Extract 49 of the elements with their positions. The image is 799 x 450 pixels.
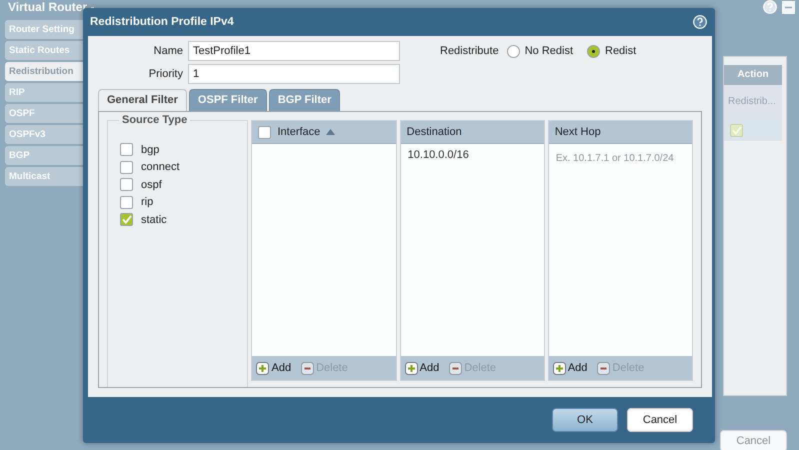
text-field[interactable]: 1 <box>188 64 400 84</box>
column-header: Action <box>724 65 782 85</box>
add-button[interactable]: Add <box>404 362 440 374</box>
window-icon[interactable] <box>782 0 795 14</box>
tab[interactable]: BGP Filter <box>268 89 340 111</box>
ok-button[interactable]: OK <box>552 408 618 432</box>
group-title: Source Type <box>119 114 190 126</box>
checkbox-label: connect <box>141 161 180 174</box>
checkbox-label: rip <box>141 196 154 208</box>
help-icon[interactable] <box>693 15 707 29</box>
field-label: Redistribute <box>440 45 499 57</box>
column-title[interactable]: Interface <box>277 126 320 138</box>
field-label: Name <box>152 45 183 57</box>
delete-icon <box>597 362 610 374</box>
add-button[interactable]: Add <box>552 362 588 374</box>
checkbox-label: bgp <box>141 144 160 156</box>
tab[interactable]: General Filter <box>98 89 187 111</box>
grid-cell-text: 10.10.0.0/16 <box>408 149 470 161</box>
checkbox-label: ospf <box>141 178 162 191</box>
table-cell: Redistrib... <box>724 85 782 119</box>
check-icon <box>732 126 742 134</box>
add-button[interactable]: Add <box>256 362 292 374</box>
column-title[interactable]: Destination <box>406 126 462 138</box>
delete-icon <box>301 362 314 374</box>
column-title[interactable]: Next Hop <box>554 126 601 138</box>
add-icon <box>256 362 270 374</box>
checkbox[interactable] <box>120 160 133 174</box>
cancel-button[interactable]: Cancel <box>720 430 787 450</box>
add-icon <box>404 362 418 374</box>
placeholder-text: Ex. 10.1.7.1 or 10.1.7.0/24 <box>556 153 675 164</box>
radio-button[interactable] <box>587 44 600 58</box>
checkbox[interactable] <box>120 196 133 209</box>
checkbox[interactable] <box>120 213 133 226</box>
radio-option[interactable]: Redist <box>587 44 636 58</box>
tab[interactable]: OSPF Filter <box>188 89 267 111</box>
field-label: Priority <box>148 68 183 80</box>
text-field[interactable]: TestProfile1 <box>188 41 400 61</box>
check-icon <box>122 215 132 224</box>
select-all-checkbox[interactable] <box>258 126 272 138</box>
checkbox[interactable] <box>730 124 743 136</box>
checkbox-label: static <box>141 214 167 226</box>
radio-button[interactable] <box>506 44 520 58</box>
radio-option[interactable]: No Redist <box>506 44 573 58</box>
sort-icon[interactable] <box>326 129 336 135</box>
checkbox[interactable] <box>120 143 133 156</box>
delete-icon <box>449 362 462 374</box>
cancel-button[interactable]: Cancel <box>627 408 693 432</box>
add-icon <box>552 362 566 374</box>
checkbox[interactable] <box>120 178 133 192</box>
